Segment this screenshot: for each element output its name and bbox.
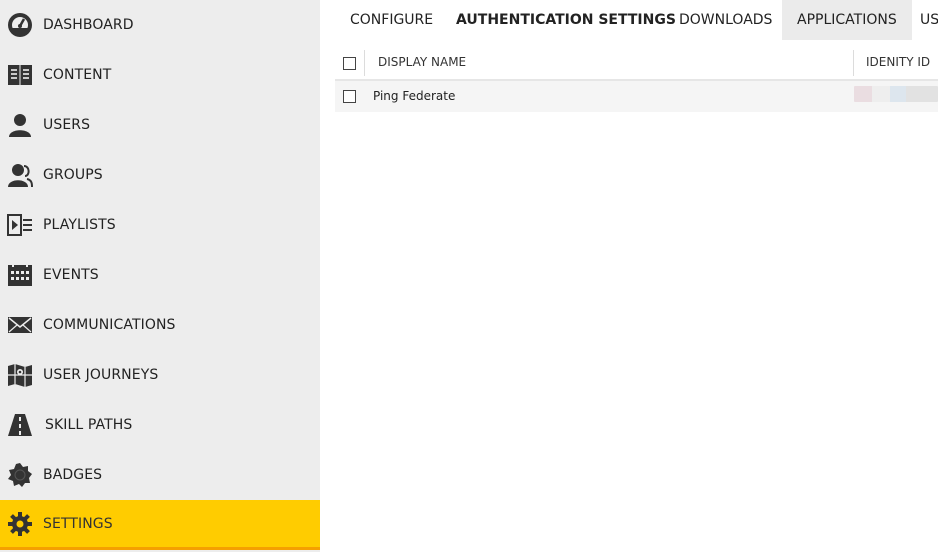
column-divider bbox=[364, 50, 365, 76]
column-header-display-name[interactable]: DISPLAY NAME bbox=[378, 46, 466, 79]
user-icon bbox=[7, 112, 33, 138]
sidebar-item-label: DASHBOARD bbox=[43, 17, 134, 33]
column-header-identity-id[interactable]: IDENITY ID bbox=[866, 46, 930, 79]
select-all-checkbox[interactable] bbox=[343, 57, 356, 70]
identity-providers-table: DISPLAY NAME IDENITY ID Ping Federate bbox=[335, 46, 938, 112]
envelope-icon bbox=[7, 312, 33, 338]
display-name-cell[interactable]: Ping Federate bbox=[373, 81, 455, 112]
sidebar-item-settings[interactable]: SETTINGS bbox=[0, 500, 320, 550]
sidebar-item-dashboard[interactable]: DASHBOARD bbox=[0, 0, 320, 50]
tab-downloads[interactable]: DOWNLOADS bbox=[679, 0, 772, 40]
open-book-icon bbox=[7, 62, 33, 88]
sidebar-item-label: COMMUNICATIONS bbox=[43, 317, 176, 333]
sidebar: DASHBOARD CONTENT USERS GROUPS PLAYLISTS… bbox=[0, 0, 320, 552]
sidebar-item-user-journeys[interactable]: USER JOURNEYS bbox=[0, 350, 320, 400]
road-icon bbox=[7, 412, 33, 438]
table-header: DISPLAY NAME IDENITY ID bbox=[335, 46, 938, 81]
sidebar-item-events[interactable]: EVENTS bbox=[0, 250, 320, 300]
tab-authentication-settings[interactable]: AUTHENTICATION SETTINGS bbox=[456, 0, 676, 40]
sidebar-item-label: SETTINGS bbox=[43, 515, 113, 532]
dashboard-gauge-icon bbox=[7, 12, 33, 38]
users-group-icon bbox=[7, 162, 33, 188]
sidebar-item-label: USERS bbox=[43, 117, 91, 133]
identity-id-redacted bbox=[854, 86, 938, 102]
tab-users-truncated[interactable]: US bbox=[920, 0, 938, 40]
sidebar-item-communications[interactable]: COMMUNICATIONS bbox=[0, 300, 320, 350]
badge-icon bbox=[7, 462, 33, 488]
tab-configure[interactable]: CONFIGURE bbox=[350, 0, 433, 40]
calendar-icon bbox=[7, 262, 33, 288]
sidebar-item-playlists[interactable]: PLAYLISTS bbox=[0, 200, 320, 250]
gear-icon bbox=[7, 511, 33, 537]
sidebar-item-label: CONTENT bbox=[43, 67, 112, 83]
tab-bar: CONFIGURE AUTHENTICATION SETTINGS DOWNLO… bbox=[320, 0, 938, 40]
sidebar-item-label: BADGES bbox=[43, 467, 103, 483]
playlist-icon bbox=[7, 212, 33, 238]
sidebar-item-users[interactable]: USERS bbox=[0, 100, 320, 150]
row-checkbox[interactable] bbox=[343, 90, 356, 103]
sidebar-item-groups[interactable]: GROUPS bbox=[0, 150, 320, 200]
column-divider bbox=[853, 50, 854, 76]
sidebar-item-label: EVENTS bbox=[43, 267, 99, 283]
sidebar-item-badges[interactable]: BADGES bbox=[0, 450, 320, 500]
sidebar-item-skill-paths[interactable]: SKILL PATHS bbox=[0, 400, 320, 450]
table-row[interactable]: Ping Federate bbox=[335, 81, 938, 112]
tab-applications[interactable]: APPLICATIONS bbox=[782, 0, 912, 40]
sidebar-item-content[interactable]: CONTENT bbox=[0, 50, 320, 100]
sidebar-item-label: SKILL PATHS bbox=[45, 417, 133, 433]
sidebar-item-label: GROUPS bbox=[43, 167, 103, 183]
sidebar-item-label: PLAYLISTS bbox=[43, 217, 116, 233]
map-icon bbox=[7, 362, 33, 388]
sidebar-item-label: USER JOURNEYS bbox=[43, 367, 159, 383]
